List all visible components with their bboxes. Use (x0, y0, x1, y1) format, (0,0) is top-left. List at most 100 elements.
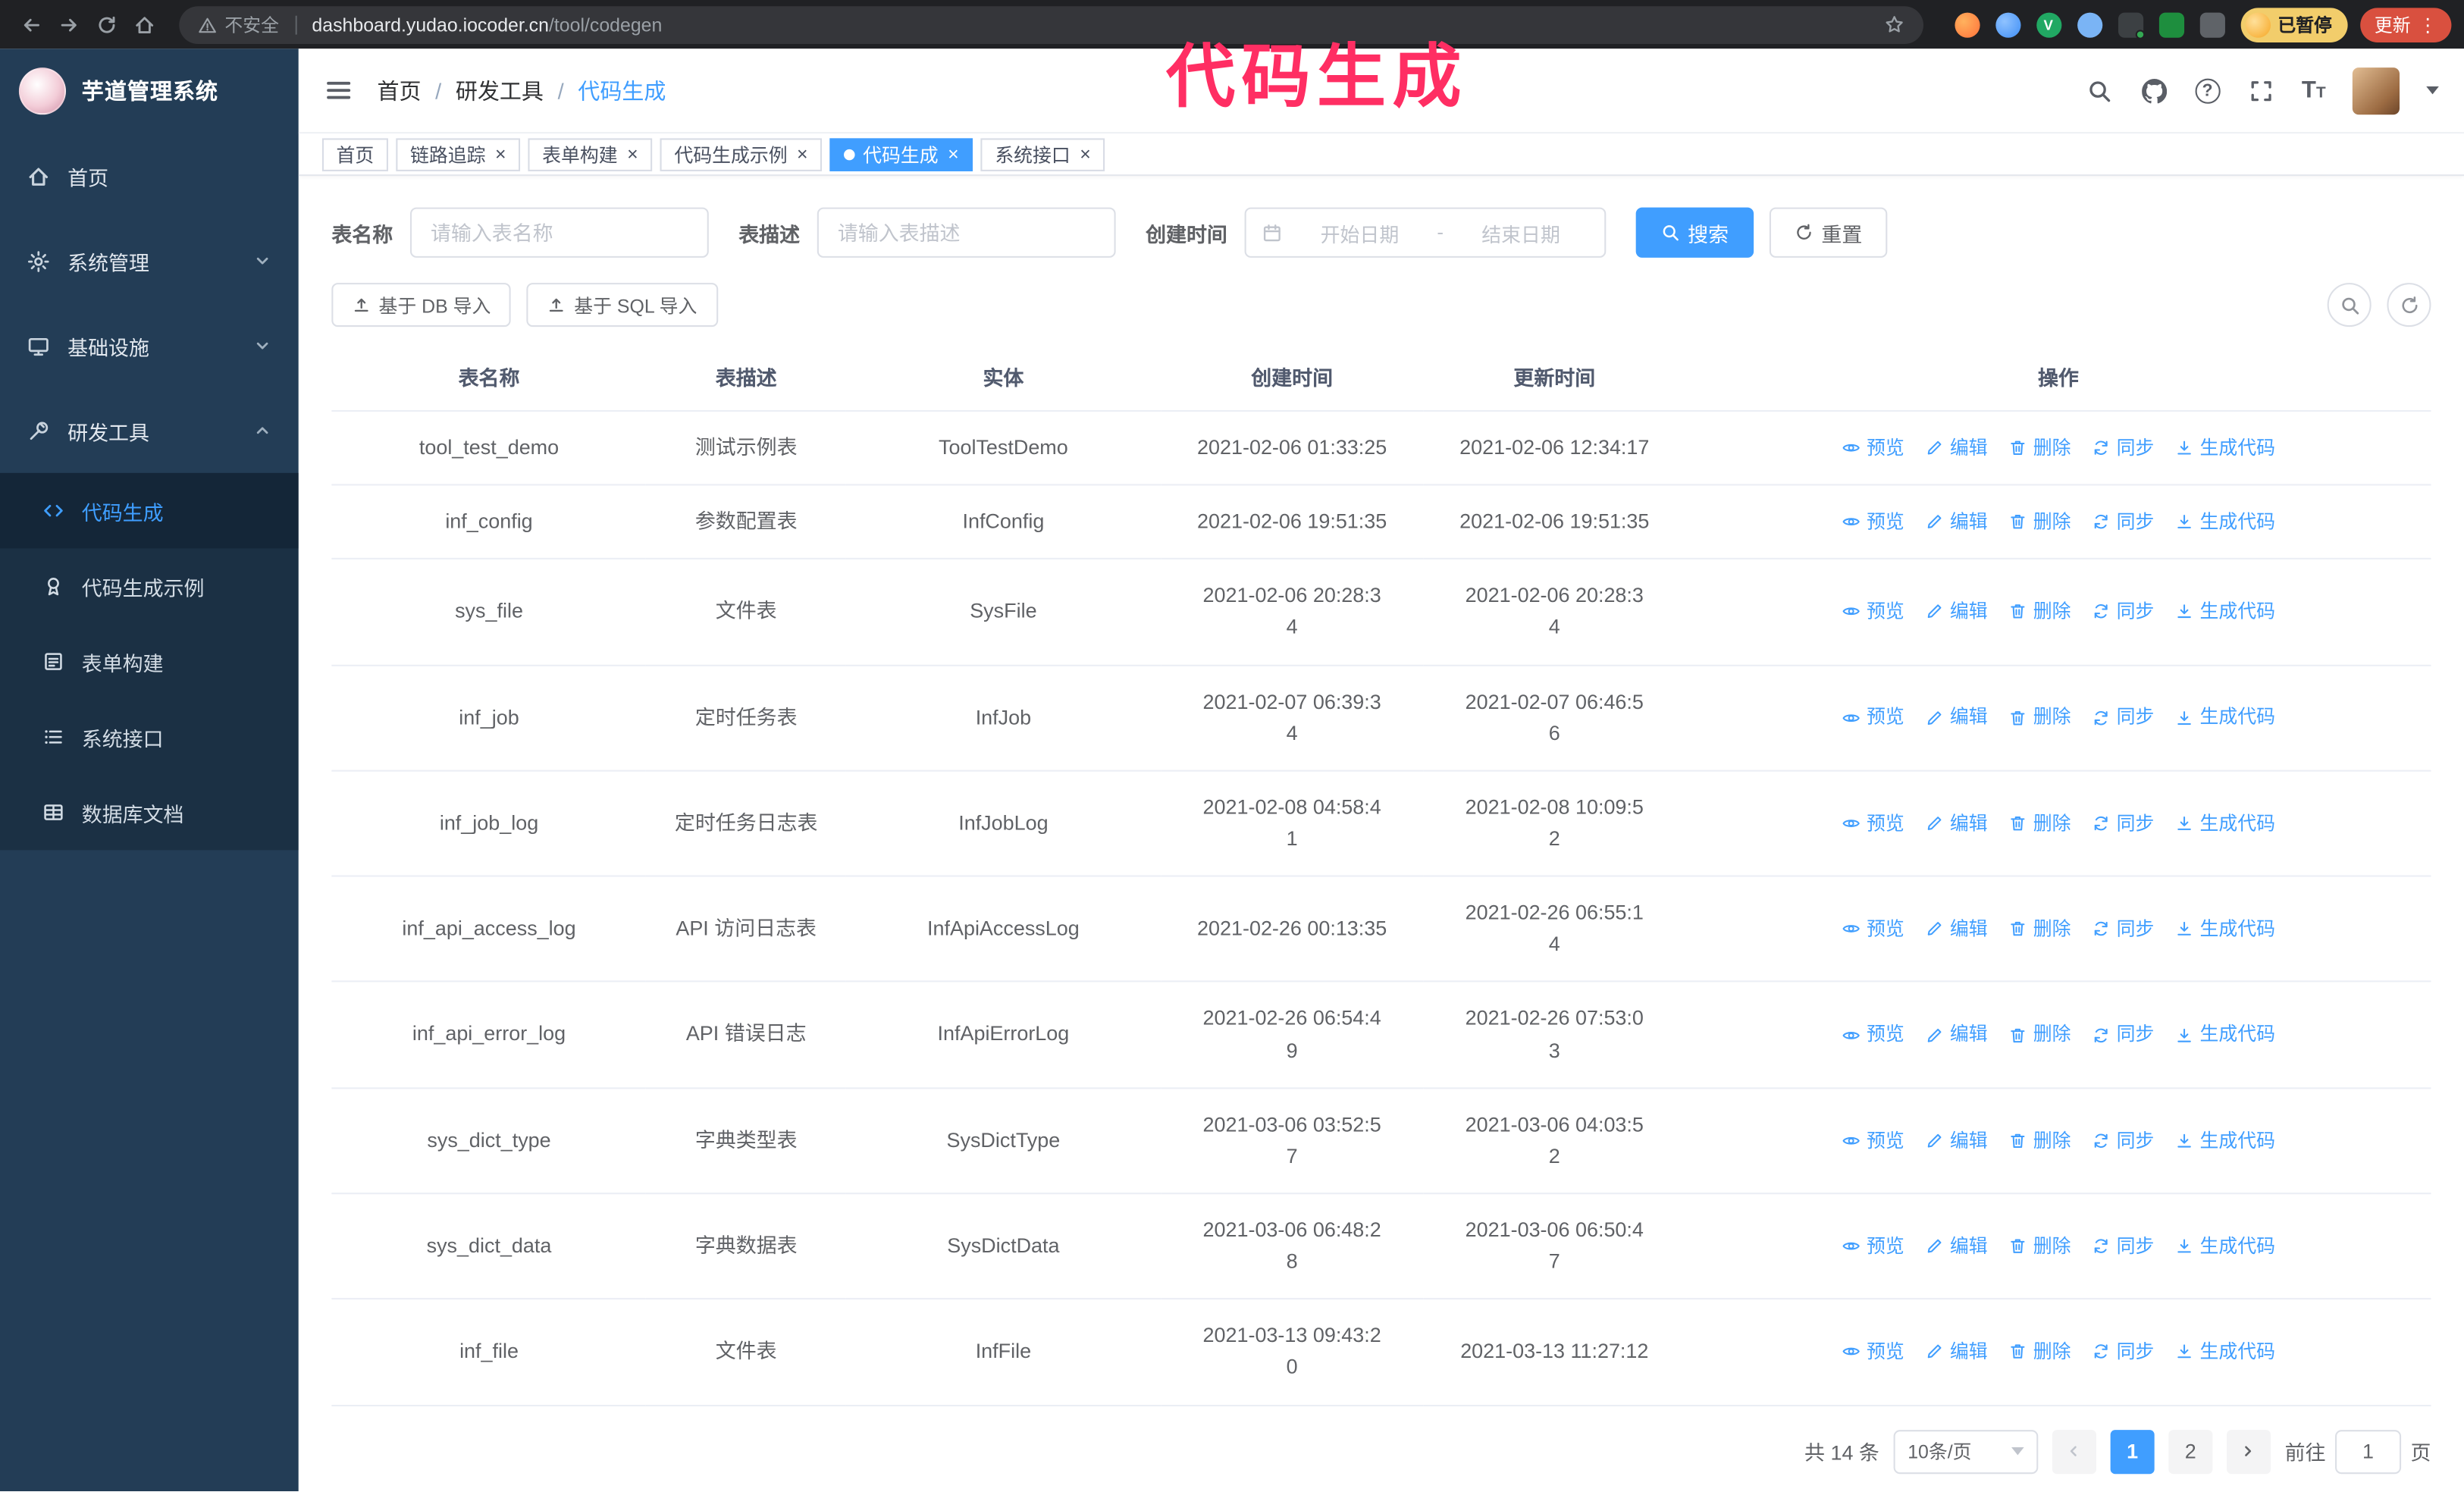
action-delete-button[interactable]: 删除 (2008, 1232, 2071, 1262)
tab-3[interactable]: 代码生成示例 × (660, 137, 823, 171)
sidebar-item-3[interactable]: 研发工具 (0, 388, 299, 473)
action-edit-button[interactable]: 编辑 (1925, 1232, 1988, 1262)
action-eye-button[interactable]: 预览 (1842, 1337, 1904, 1367)
github-icon[interactable] (2140, 77, 2168, 105)
help-icon[interactable]: ? (2194, 77, 2221, 103)
action-edit-button[interactable]: 编辑 (1925, 914, 1988, 944)
page-jump-input[interactable] (2335, 1429, 2402, 1474)
action-download-button[interactable]: 生成代码 (2174, 1337, 2275, 1367)
prev-page-button[interactable] (2052, 1429, 2096, 1474)
puzzle-extension-icon[interactable] (2199, 11, 2224, 37)
tab-1[interactable]: 链路追踪 × (396, 137, 521, 171)
sidebar-item-0[interactable]: 首页 (0, 133, 299, 218)
action-edit-button[interactable]: 编辑 (1925, 703, 1988, 732)
action-edit-button[interactable]: 编辑 (1925, 809, 1988, 838)
action-sync-button[interactable]: 同步 (2091, 1126, 2154, 1155)
browser-forward-button[interactable] (50, 5, 88, 43)
action-eye-button[interactable]: 预览 (1842, 1020, 1904, 1050)
action-delete-button[interactable]: 删除 (2008, 1337, 2071, 1367)
action-sync-button[interactable]: 同步 (2091, 597, 2154, 627)
tab-4[interactable]: 代码生成 × (829, 137, 973, 171)
bookmark-star-icon[interactable] (1883, 14, 1904, 35)
user-avatar[interactable] (2352, 67, 2400, 114)
action-eye-button[interactable]: 预览 (1842, 703, 1904, 732)
sidebar-subitem-2[interactable]: 表单构建 (0, 624, 299, 699)
action-sync-button[interactable]: 同步 (2091, 434, 2154, 463)
action-delete-button[interactable]: 删除 (2008, 1020, 2071, 1050)
page-button-1[interactable]: 1 (2110, 1429, 2155, 1474)
action-sync-button[interactable]: 同步 (2091, 1232, 2154, 1262)
date-end-placeholder[interactable]: 结束日期 (1453, 218, 1589, 247)
action-delete-button[interactable]: 删除 (2008, 1126, 2071, 1155)
action-eye-button[interactable]: 预览 (1842, 507, 1904, 537)
action-edit-button[interactable]: 编辑 (1925, 597, 1988, 627)
sidebar-subitem-1[interactable]: 代码生成示例 (0, 548, 299, 623)
reset-button[interactable]: 重置 (1769, 207, 1888, 258)
sidebar-subitem-4[interactable]: 数据库文档 (0, 775, 299, 850)
action-download-button[interactable]: 生成代码 (2174, 703, 2275, 732)
security-indicator[interactable]: 不安全 (198, 12, 279, 37)
font-size-icon[interactable]: TT (2302, 79, 2326, 102)
fullscreen-icon[interactable] (2246, 77, 2274, 105)
close-icon[interactable]: × (495, 145, 506, 164)
close-icon[interactable]: × (1080, 145, 1091, 164)
action-sync-button[interactable]: 同步 (2091, 507, 2154, 537)
extension-icon[interactable] (1954, 11, 1980, 37)
extension-icon[interactable] (2077, 11, 2102, 37)
caret-down-icon[interactable] (2426, 86, 2439, 95)
action-eye-button[interactable]: 预览 (1842, 914, 1904, 944)
action-eye-button[interactable]: 预览 (1842, 434, 1904, 463)
action-edit-button[interactable]: 编辑 (1925, 1337, 1988, 1367)
close-icon[interactable]: × (948, 145, 959, 164)
tab-5[interactable]: 系统接口 × (980, 137, 1105, 171)
action-delete-button[interactable]: 删除 (2008, 703, 2071, 732)
profile-paused-badge[interactable]: 已暂停 (2240, 7, 2348, 42)
action-delete-button[interactable]: 删除 (2008, 597, 2071, 627)
extension-icon[interactable] (2158, 11, 2184, 37)
action-download-button[interactable]: 生成代码 (2174, 434, 2275, 463)
sql-import-button[interactable]: 基于 SQL 导入 (527, 283, 718, 328)
sidebar-item-2[interactable]: 基础设施 (0, 303, 299, 388)
action-edit-button[interactable]: 编辑 (1925, 507, 1988, 537)
breadcrumb-item[interactable]: 首页 (377, 74, 421, 105)
tab-2[interactable]: 表单构建 × (528, 137, 653, 171)
action-delete-button[interactable]: 删除 (2008, 434, 2071, 463)
action-download-button[interactable]: 生成代码 (2174, 597, 2275, 627)
extension-icon[interactable] (2117, 11, 2145, 39)
sidebar-item-1[interactable]: 系统管理 (0, 218, 299, 303)
next-page-button[interactable] (2226, 1429, 2271, 1474)
action-download-button[interactable]: 生成代码 (2174, 809, 2275, 838)
action-edit-button[interactable]: 编辑 (1925, 1020, 1988, 1050)
search-button[interactable]: 搜索 (1635, 207, 1754, 258)
action-download-button[interactable]: 生成代码 (2174, 1126, 2275, 1155)
action-sync-button[interactable]: 同步 (2091, 1020, 2154, 1050)
action-eye-button[interactable]: 预览 (1842, 809, 1904, 838)
extension-icon[interactable] (1995, 11, 2020, 37)
action-sync-button[interactable]: 同步 (2091, 1337, 2154, 1367)
toggle-search-button[interactable] (2327, 283, 2372, 328)
action-download-button[interactable]: 生成代码 (2174, 1232, 2275, 1262)
action-sync-button[interactable]: 同步 (2091, 809, 2154, 838)
action-delete-button[interactable]: 删除 (2008, 914, 2071, 944)
action-edit-button[interactable]: 编辑 (1925, 1126, 1988, 1155)
date-range-picker[interactable]: 开始日期 - 结束日期 (1244, 207, 1607, 258)
sidebar-subitem-3[interactable]: 系统接口 (0, 699, 299, 774)
sidebar-toggle-icon[interactable] (324, 75, 353, 105)
action-eye-button[interactable]: 预览 (1842, 597, 1904, 627)
action-download-button[interactable]: 生成代码 (2174, 914, 2275, 944)
chrome-update-button[interactable]: 更新 ⋮ (2360, 7, 2452, 42)
action-download-button[interactable]: 生成代码 (2174, 507, 2275, 537)
search-icon[interactable] (2085, 77, 2113, 105)
table-name-input[interactable] (410, 207, 709, 258)
tab-0[interactable]: 首页 (321, 137, 388, 171)
kebab-menu-icon[interactable]: ⋮ (2419, 14, 2437, 36)
db-import-button[interactable]: 基于 DB 导入 (331, 283, 512, 328)
action-delete-button[interactable]: 删除 (2008, 507, 2071, 537)
app-logo[interactable]: 芋道管理系统 (0, 49, 299, 133)
address-bar[interactable]: 不安全 dashboard.yudao.iocoder.cn/tool/code… (179, 5, 1923, 43)
action-sync-button[interactable]: 同步 (2091, 703, 2154, 732)
refresh-table-button[interactable] (2387, 283, 2431, 328)
action-eye-button[interactable]: 预览 (1842, 1126, 1904, 1155)
browser-back-button[interactable] (13, 5, 51, 43)
action-download-button[interactable]: 生成代码 (2174, 1020, 2275, 1050)
